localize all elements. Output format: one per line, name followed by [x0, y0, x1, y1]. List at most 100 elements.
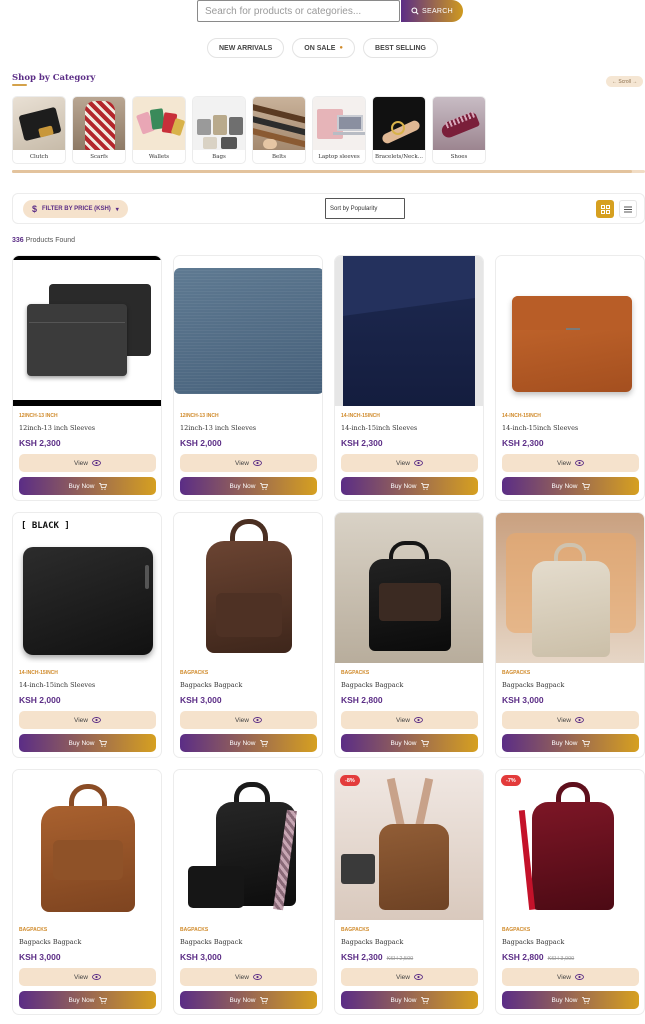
price-value: KSH 2,300	[19, 438, 61, 448]
view-label: View	[235, 973, 249, 981]
view-label: View	[557, 716, 571, 724]
product-image[interactable]	[496, 770, 644, 920]
view-button[interactable]: View	[180, 968, 317, 986]
view-button[interactable]: View	[502, 968, 639, 986]
product-category: BAGPACKS	[180, 927, 209, 933]
buy-now-button[interactable]: Buy Now	[341, 734, 478, 752]
product-card[interactable]: 12INCH-13 INCH 12inch-13 inch Sleeves KS…	[173, 255, 323, 501]
scrollbar-thumb[interactable]	[12, 170, 632, 173]
price-value: KSH 2,300	[502, 438, 544, 448]
product-card[interactable]: 14-INCH-15INCH 14-inch-15inch Sleeves KS…	[334, 255, 484, 501]
product-image[interactable]	[335, 770, 483, 920]
product-image[interactable]	[13, 770, 161, 920]
category-scrollbar[interactable]	[12, 170, 645, 173]
category-item-bags[interactable]: Bags	[192, 96, 246, 164]
product-title: 12inch-13 inch Sleeves	[19, 424, 96, 432]
buy-label: Buy Now	[390, 739, 417, 747]
buy-label: Buy Now	[68, 739, 95, 747]
buy-now-button[interactable]: Buy Now	[180, 734, 317, 752]
view-button[interactable]: View	[341, 454, 478, 472]
product-card[interactable]: [ BLACK ] 14-INCH-15INCH 14-inch-15inch …	[12, 512, 162, 758]
product-image[interactable]: [ BLACK ]	[13, 513, 161, 663]
view-button[interactable]: View	[180, 711, 317, 729]
buy-now-button[interactable]: Buy Now	[341, 991, 478, 1009]
buy-label: Buy Now	[551, 739, 578, 747]
product-price: KSH 2,000	[19, 695, 65, 705]
buy-now-button[interactable]: Buy Now	[502, 991, 639, 1009]
view-label: View	[396, 973, 410, 981]
buy-now-button[interactable]: Buy Now	[341, 477, 478, 495]
view-label: View	[235, 459, 249, 467]
buy-now-button[interactable]: Buy Now	[19, 734, 156, 752]
category-item-wallets[interactable]: Wallets	[132, 96, 186, 164]
product-image[interactable]	[335, 256, 483, 406]
product-card[interactable]: 12INCH-13 INCH 12inch-13 inch Sleeves KS…	[12, 255, 162, 501]
product-card[interactable]: -8% BAGPACKS Bagpacks Bagpack KSH 2,300 K…	[334, 769, 484, 1015]
view-label: View	[74, 716, 88, 724]
product-card[interactable]: BAGPACKS Bagpacks Bagpack KSH 3,000 View…	[173, 512, 323, 758]
search-input[interactable]	[197, 0, 400, 22]
view-button[interactable]: View	[502, 711, 639, 729]
category-label: Bags	[212, 153, 226, 160]
product-image[interactable]	[174, 256, 322, 406]
list-view-button[interactable]	[619, 200, 637, 218]
product-image[interactable]	[174, 770, 322, 920]
category-label: Belts	[271, 153, 287, 160]
sort-select[interactable]: Sort by Popularity	[325, 198, 405, 219]
category-item-belts[interactable]: Belts	[252, 96, 306, 164]
results-count: 336 Products Found	[12, 237, 75, 244]
cart-icon	[98, 739, 107, 747]
view-button[interactable]: View	[341, 711, 478, 729]
buy-now-button[interactable]: Buy Now	[502, 477, 639, 495]
buy-now-button[interactable]: Buy Now	[180, 991, 317, 1009]
product-card[interactable]: BAGPACKS Bagpacks Bagpack KSH 2,800 View…	[334, 512, 484, 758]
cart-icon	[98, 482, 107, 490]
product-card[interactable]: BAGPACKS Bagpacks Bagpack KSH 3,000 View…	[495, 512, 645, 758]
buy-now-button[interactable]: Buy Now	[19, 991, 156, 1009]
view-button[interactable]: View	[19, 454, 156, 472]
search-bar: SEARCH	[197, 0, 463, 22]
eye-icon	[414, 460, 423, 466]
product-card[interactable]: BAGPACKS Bagpacks Bagpack KSH 3,000 View…	[12, 769, 162, 1015]
category-item-laptop-sleeves[interactable]: Laptop sleeves	[312, 96, 366, 164]
product-image[interactable]	[174, 513, 322, 663]
new-arrivals-button[interactable]: NEW ARRIVALS	[207, 38, 285, 58]
price-value: KSH 2,300	[341, 952, 383, 962]
product-card[interactable]: BAGPACKS Bagpacks Bagpack KSH 3,000 View…	[173, 769, 323, 1015]
price-filter-button[interactable]: $ FILTER BY PRICE (KSH) ▾	[23, 200, 128, 218]
product-image[interactable]	[496, 256, 644, 406]
belts-thumbnail	[253, 97, 305, 150]
product-card[interactable]: 14-INCH-15INCH 14-inch-15inch Sleeves KS…	[495, 255, 645, 501]
search-button[interactable]: SEARCH	[401, 0, 463, 22]
eye-icon	[414, 717, 423, 723]
product-category: BAGPACKS	[502, 670, 531, 676]
product-category: 14-INCH-15INCH	[19, 670, 58, 676]
category-item-clutch[interactable]: Clutch	[12, 96, 66, 164]
view-button[interactable]: View	[341, 968, 478, 986]
product-title: 12inch-13 inch Sleeves	[180, 424, 257, 432]
buy-now-button[interactable]: Buy Now	[19, 477, 156, 495]
category-item-bracelets[interactable]: Bracelets/Neck...	[372, 96, 426, 164]
view-button[interactable]: View	[502, 454, 639, 472]
price-value: KSH 3,000	[180, 952, 222, 962]
scarfs-thumbnail	[73, 97, 125, 150]
buy-now-button[interactable]: Buy Now	[180, 477, 317, 495]
product-image[interactable]	[496, 513, 644, 663]
product-title: Bagpacks Bagpack	[502, 938, 565, 946]
view-button[interactable]: View	[19, 968, 156, 986]
view-button[interactable]: View	[19, 711, 156, 729]
on-sale-button[interactable]: ON SALE ●	[292, 38, 356, 58]
category-item-scarfs[interactable]: Scarfs	[72, 96, 126, 164]
price-value: KSH 3,000	[502, 695, 544, 705]
results-number: 336	[12, 237, 24, 244]
buy-label: Buy Now	[390, 996, 417, 1004]
best-selling-button[interactable]: BEST SELLING	[363, 38, 438, 58]
category-item-shoes[interactable]: Shoes	[432, 96, 486, 164]
product-image[interactable]	[335, 513, 483, 663]
grid-view-button[interactable]	[596, 200, 614, 218]
buy-now-button[interactable]: Buy Now	[502, 734, 639, 752]
product-image[interactable]	[13, 256, 161, 406]
product-card[interactable]: -7% BAGPACKS Bagpacks Bagpack KSH 2,800 K…	[495, 769, 645, 1015]
discount-badge: -7%	[501, 775, 521, 786]
view-button[interactable]: View	[180, 454, 317, 472]
